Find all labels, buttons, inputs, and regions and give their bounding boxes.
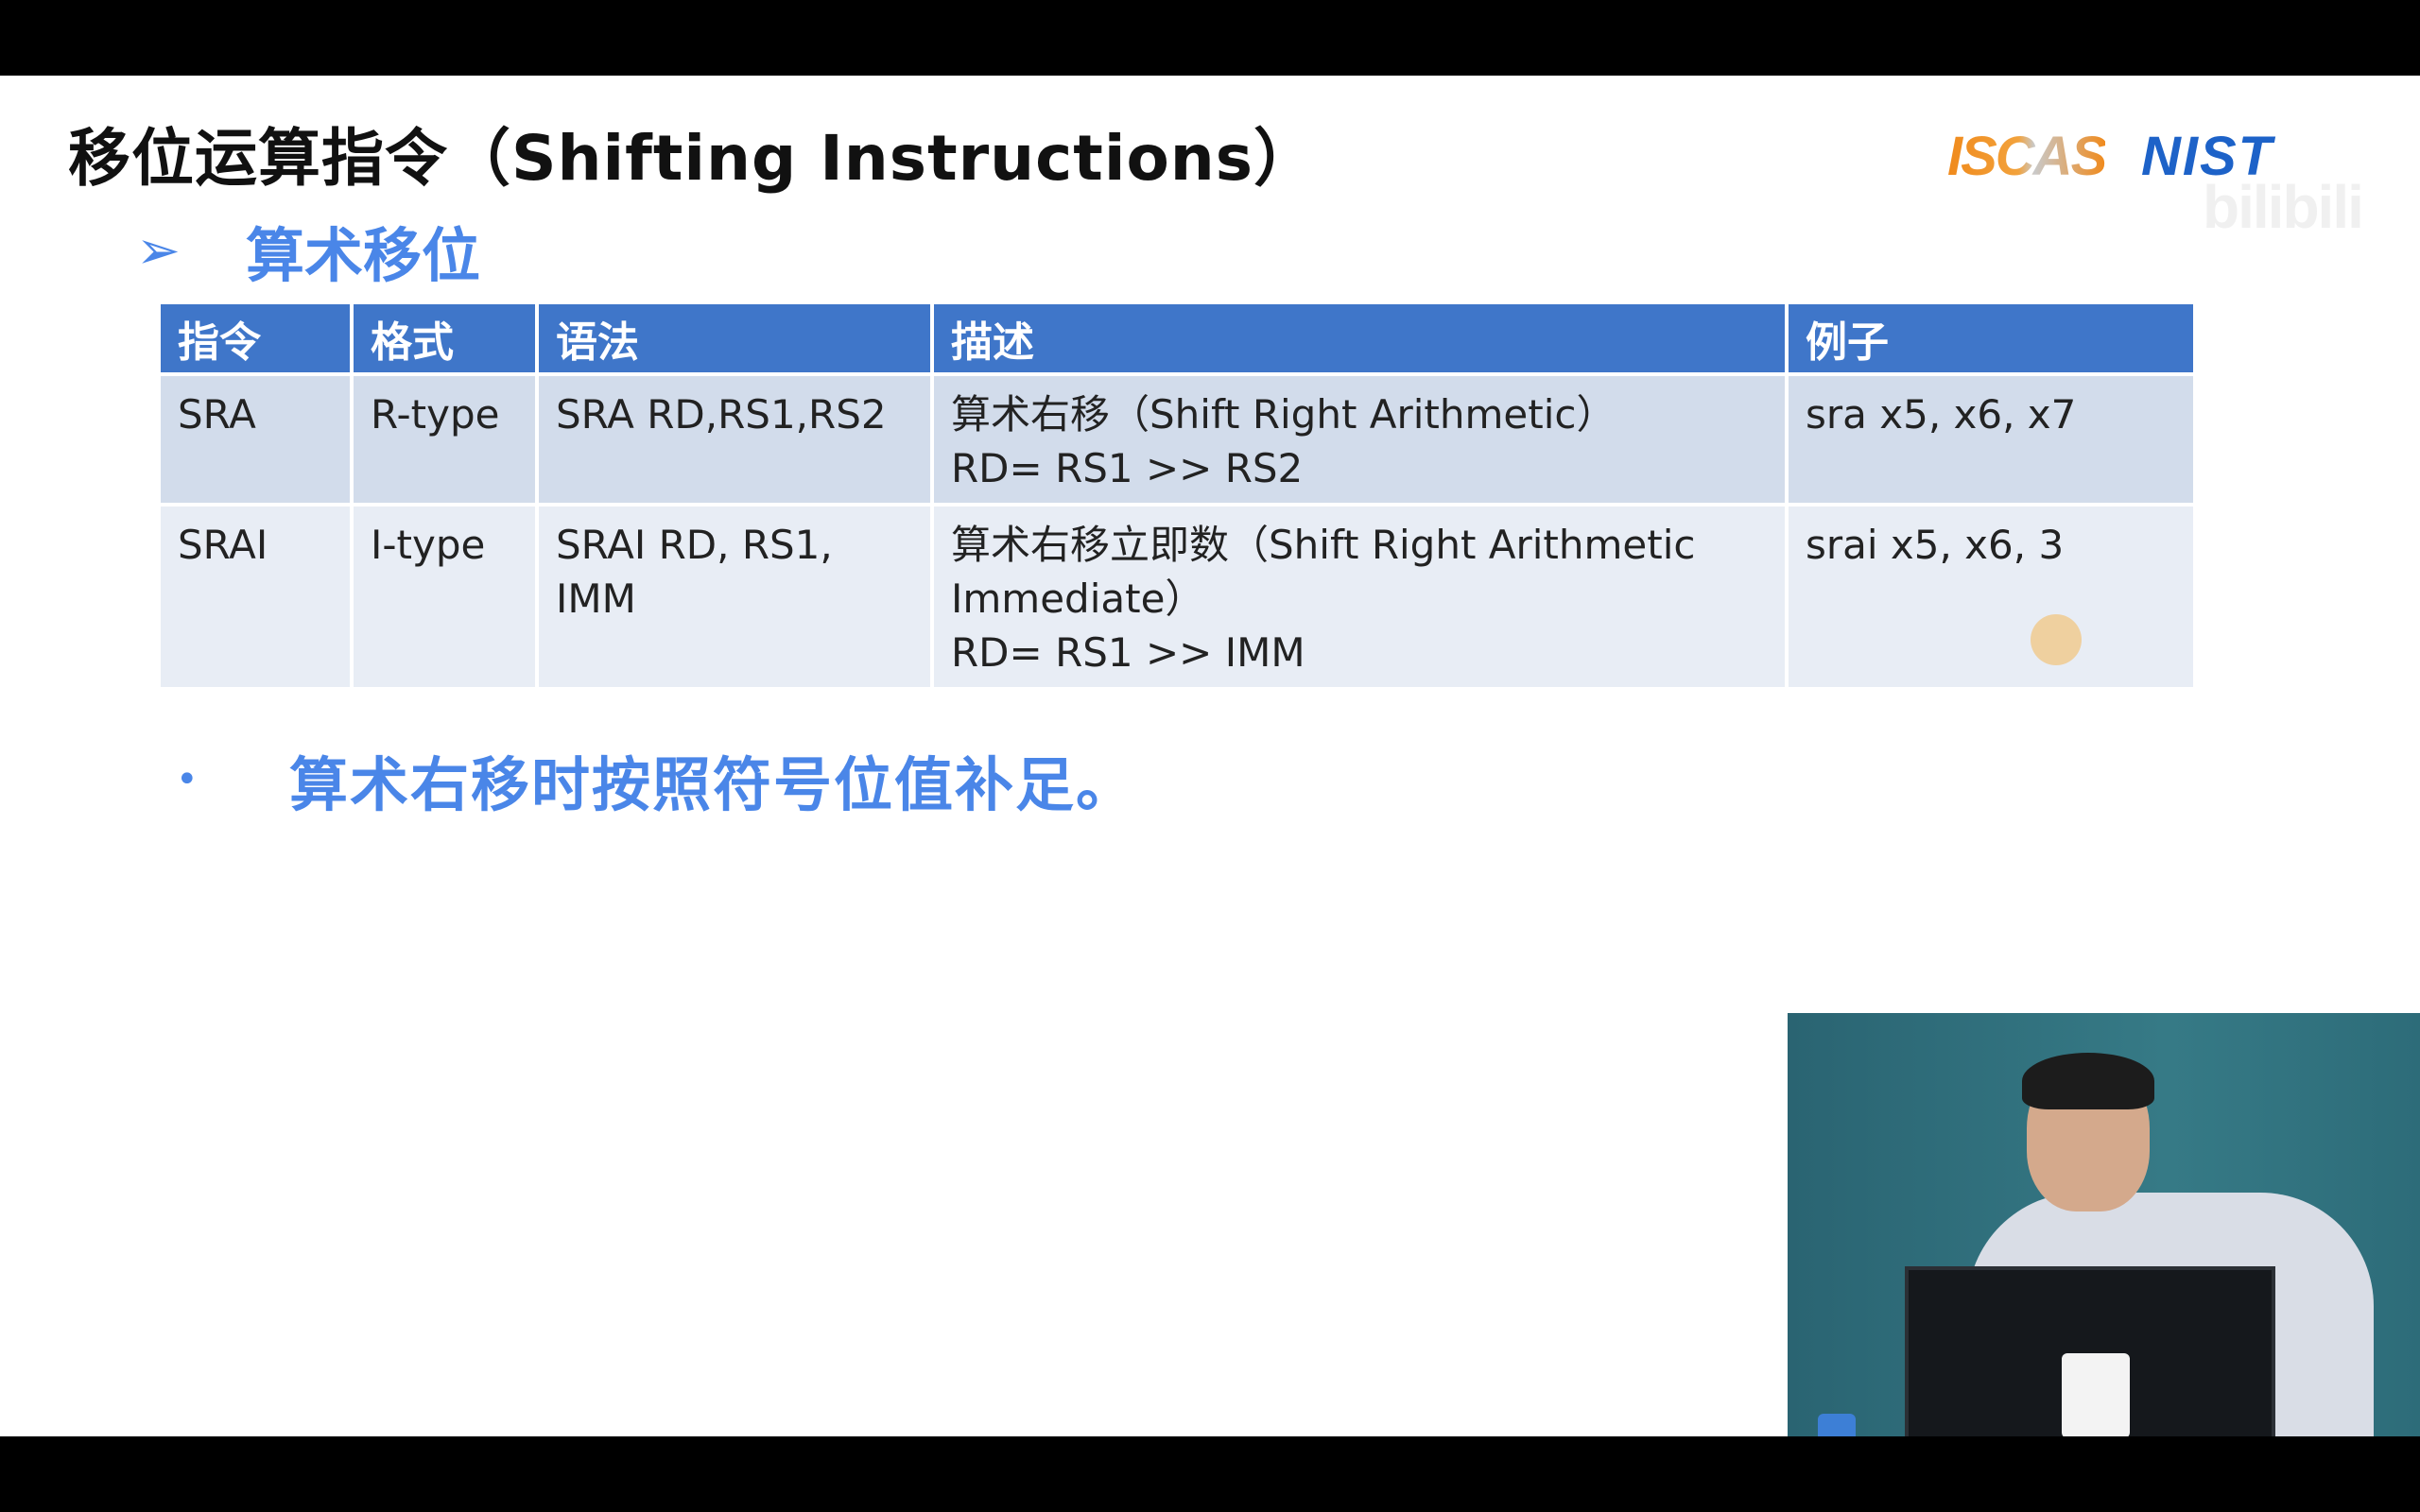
bullet-text: 算术右移时按照符号位值补足。 bbox=[289, 750, 1137, 819]
header-example: 例子 bbox=[1787, 304, 2193, 376]
cell-example: sra x5, x6, x7 bbox=[1787, 374, 2193, 507]
description-line: 算术右移立即数（Shift Right Arithmetic bbox=[951, 522, 1696, 568]
section-heading: ➢ 算术移位 bbox=[136, 208, 480, 293]
description-line: RD= RS1 >> IMM bbox=[951, 629, 1305, 676]
desk-can bbox=[1818, 1414, 1856, 1436]
bullet-point: • 算术右移时按照符号位值补足。 bbox=[176, 737, 1136, 822]
syntax-line: IMM bbox=[556, 576, 636, 622]
cell-syntax: SRAI RD, RS1, IMM bbox=[537, 505, 934, 691]
header-description: 描述 bbox=[932, 304, 1789, 376]
monitor-stand bbox=[2062, 1353, 2130, 1436]
iscas-logo: ISCAS bbox=[1947, 126, 2107, 187]
cell-instr: SRAI bbox=[161, 505, 354, 691]
slide-title: 移位运算指令（Shifting Instructions） bbox=[68, 122, 1318, 195]
table-header-row: 指令 格式 语法 描述 例子 bbox=[161, 304, 2193, 376]
cell-format: R-type bbox=[352, 374, 539, 507]
webcam-overlay bbox=[1788, 1013, 2420, 1436]
header-syntax: 语法 bbox=[537, 304, 934, 376]
arrow-bullet-icon: ➢ bbox=[136, 219, 181, 282]
table-row: SRA R-type SRA RD,RS1,RS2 算术右移（Shift Rig… bbox=[161, 374, 2193, 507]
cell-instr: SRA bbox=[161, 374, 354, 507]
cell-description: 算术右移（Shift Right Arithmetic） RD= RS1 >> … bbox=[932, 374, 1789, 507]
pointer-highlight bbox=[2031, 614, 2082, 665]
description-line: RD= RS1 >> RS2 bbox=[951, 445, 1304, 491]
bullet-dot-icon: • bbox=[176, 758, 199, 801]
institution-logos: bilibili ISCAS NIST bbox=[1947, 125, 2364, 241]
cell-syntax: SRA RD,RS1,RS2 bbox=[537, 374, 934, 507]
header-format: 格式 bbox=[352, 304, 539, 376]
syntax-line: SRA RD,RS1,RS2 bbox=[556, 391, 887, 438]
cell-description: 算术右移立即数（Shift Right Arithmetic Immediate… bbox=[932, 505, 1789, 691]
header-instr: 指令 bbox=[161, 304, 354, 376]
description-line: 算术右移（Shift Right Arithmetic） bbox=[951, 391, 1616, 438]
cell-format: I-type bbox=[352, 505, 539, 691]
instruction-table: 指令 格式 语法 描述 例子 SRA R-type SRA RD,RS1,RS2… bbox=[161, 304, 2193, 691]
nist-logo: NIST bbox=[2141, 126, 2274, 187]
cell-example: srai x5, x6, 3 bbox=[1787, 505, 2193, 691]
section-title: 算术移位 bbox=[246, 221, 481, 290]
presenter-hair bbox=[2022, 1053, 2154, 1109]
syntax-line: SRAI RD, RS1, bbox=[556, 522, 833, 568]
description-line: Immediate） bbox=[951, 576, 1205, 622]
table-row: SRAI I-type SRAI RD, RS1, IMM 算术右移立即数（Sh… bbox=[161, 505, 2193, 691]
